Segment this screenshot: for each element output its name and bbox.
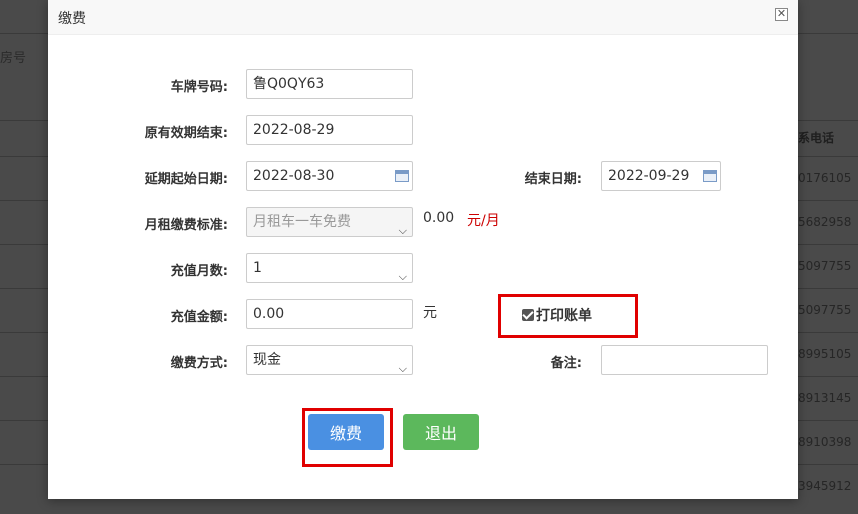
bg-phone-cell: 3945912: [798, 479, 852, 493]
end-date-label: 结束日期:: [524, 172, 582, 187]
end-date-input[interactable]: 2022-09-29: [601, 161, 721, 191]
highlight-box-pay: [302, 408, 393, 467]
bg-phone-cell: 5097755: [798, 303, 852, 317]
chevron-down-icon: ⌵: [398, 362, 407, 375]
payment-dialog: 缴费 ✕ 车牌号码: 鲁Q0QY63 原有效期结束: 2022-08-29 延期…: [48, 0, 798, 499]
amount-unit: 元: [423, 305, 437, 321]
chevron-down-icon: ⌵: [398, 224, 407, 237]
pay-method-select[interactable]: 现金 ⌵: [246, 345, 413, 375]
monthly-fee-unit: 元/月: [467, 213, 500, 229]
highlight-box-print: [498, 294, 638, 338]
bg-phone-cell: 0176105: [798, 171, 852, 185]
bg-phone-cell: 8910398: [798, 435, 852, 449]
amount-input[interactable]: 0.00: [246, 299, 413, 329]
months-value: 1: [253, 260, 262, 276]
ext-start-date-input[interactable]: 2022-08-30: [246, 161, 413, 191]
bg-phone-cell: 8995105: [798, 347, 852, 361]
orig-end-label: 原有效期结束:: [144, 126, 228, 141]
monthly-std-label: 月租缴费标准:: [144, 218, 228, 233]
plate-input[interactable]: 鲁Q0QY63: [246, 69, 413, 99]
ext-start-label: 延期起始日期:: [144, 172, 228, 187]
calendar-icon[interactable]: [395, 170, 409, 182]
pay-method-value: 现金: [253, 352, 281, 368]
bg-room-label: 房号: [0, 51, 27, 66]
bg-phone-cell: 5682958: [798, 215, 852, 229]
monthly-fee-value: 0.00: [423, 210, 455, 226]
orig-end-input[interactable]: 2022-08-29: [246, 115, 413, 145]
chevron-down-icon: ⌵: [398, 270, 407, 283]
amount-label: 充值金额:: [170, 310, 228, 325]
plate-label: 车牌号码:: [170, 80, 228, 95]
bg-phone-cell: 5097755: [798, 259, 852, 273]
dialog-title: 缴费: [58, 11, 86, 27]
monthly-std-value: 月租车一车免费: [253, 214, 351, 230]
bg-phone-cell: 8913145: [798, 391, 852, 405]
dialog-header: 缴费 ✕: [48, 0, 798, 35]
months-select[interactable]: 1 ⌵: [246, 253, 413, 283]
remark-input[interactable]: [601, 345, 768, 375]
bg-phone-header: 系电话: [798, 131, 835, 145]
end-date-value: 2022-09-29: [608, 168, 690, 184]
exit-button[interactable]: 退出: [403, 414, 479, 450]
remark-label: 备注:: [550, 356, 582, 371]
monthly-std-select[interactable]: 月租车一车免费 ⌵: [246, 207, 413, 237]
pay-method-label: 缴费方式:: [170, 356, 228, 371]
close-icon[interactable]: ✕: [775, 8, 788, 21]
ext-start-value: 2022-08-30: [253, 168, 335, 184]
months-label: 充值月数:: [170, 264, 228, 279]
calendar-icon[interactable]: [703, 170, 717, 182]
